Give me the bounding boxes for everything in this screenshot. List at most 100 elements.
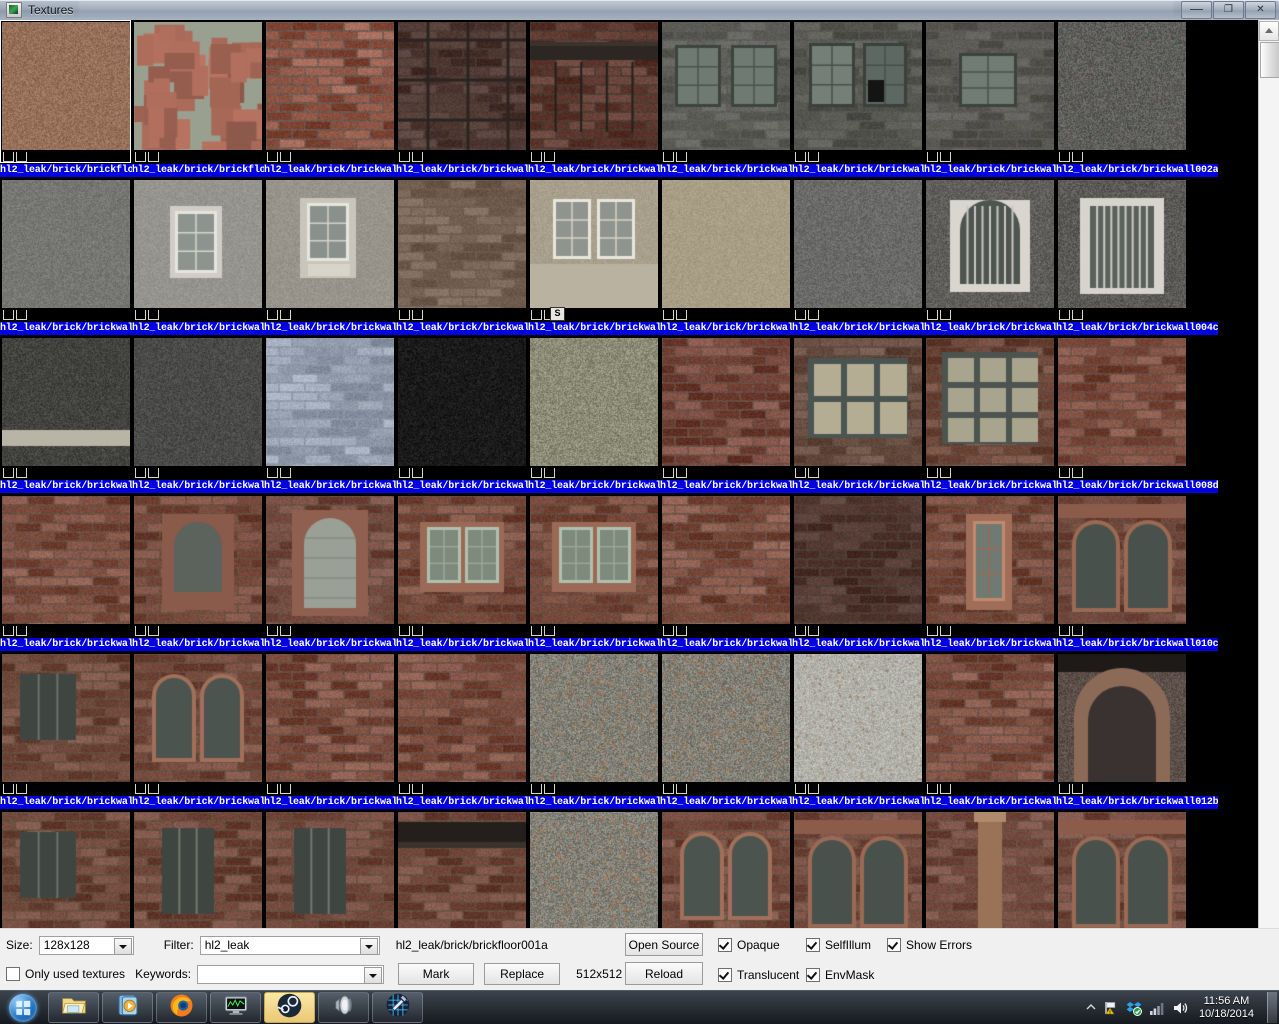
texture-thumbnail[interactable]: [134, 22, 262, 150]
texture-thumbnail[interactable]: [134, 180, 262, 308]
keywords-input[interactable]: [197, 964, 385, 984]
texture-cell[interactable]: [1056, 810, 1188, 928]
close-button[interactable]: ✕: [1245, 1, 1276, 19]
texture-thumbnail[interactable]: [794, 812, 922, 928]
texture-cell[interactable]: [792, 652, 924, 796]
texture-thumbnail[interactable]: [2, 812, 130, 928]
checkbox-box[interactable]: [718, 968, 732, 982]
texture-thumbnail[interactable]: [926, 496, 1054, 624]
texture-cell[interactable]: [924, 178, 1056, 322]
texture-cell[interactable]: [660, 336, 792, 480]
texture-thumbnail[interactable]: [398, 22, 526, 150]
texture-cell[interactable]: [396, 810, 528, 928]
network-signal-icon[interactable]: [1149, 1000, 1165, 1016]
texture-cell[interactable]: [924, 336, 1056, 480]
texture-cell[interactable]: [396, 494, 528, 638]
texture-thumbnail[interactable]: [926, 22, 1054, 150]
texture-cell[interactable]: [264, 810, 396, 928]
texture-cell[interactable]: [132, 178, 264, 322]
texture-thumbnail[interactable]: [266, 496, 394, 624]
open-source-button[interactable]: Open Source: [625, 933, 703, 956]
texture-cell[interactable]: [1056, 336, 1188, 480]
start-button[interactable]: [1, 992, 45, 1023]
texture-cell[interactable]: [792, 810, 924, 928]
texture-cell[interactable]: [0, 20, 132, 164]
texture-thumbnail[interactable]: [1058, 496, 1186, 624]
scroll-up-arrow-icon[interactable]: [1259, 21, 1279, 41]
texture-thumbnail[interactable]: [398, 654, 526, 782]
texture-cell[interactable]: [0, 336, 132, 480]
texture-thumbnail[interactable]: [794, 496, 922, 624]
texture-cell[interactable]: [264, 494, 396, 638]
show-hidden-icons-icon[interactable]: [1086, 1000, 1096, 1016]
texture-cell[interactable]: [0, 810, 132, 928]
taskbar-item-hammer-editor[interactable]: [372, 992, 423, 1023]
texture-cell[interactable]: [924, 810, 1056, 928]
texture-thumbnail[interactable]: [2, 496, 130, 624]
dropbox-icon[interactable]: [1126, 1000, 1142, 1016]
texture-cell[interactable]: [528, 652, 660, 796]
texture-cell[interactable]: [396, 178, 528, 322]
selfillum-checkbox[interactable]: SelfIllum: [806, 938, 871, 952]
texture-thumbnail[interactable]: [398, 180, 526, 308]
texture-thumbnail[interactable]: [134, 496, 262, 624]
texture-cell[interactable]: [132, 20, 264, 164]
texture-cell[interactable]: [660, 494, 792, 638]
texture-thumbnail[interactable]: [662, 812, 790, 928]
texture-thumbnail[interactable]: [266, 654, 394, 782]
texture-thumbnail[interactable]: [266, 22, 394, 150]
texture-cell[interactable]: S: [528, 178, 660, 322]
taskbar-item-monitor-app[interactable]: [210, 992, 261, 1023]
texture-thumbnail[interactable]: [1058, 812, 1186, 928]
replace-button[interactable]: Replace: [484, 963, 561, 985]
texture-cell[interactable]: [1056, 494, 1188, 638]
texture-thumbnail[interactable]: [794, 654, 922, 782]
texture-thumbnail[interactable]: [926, 654, 1054, 782]
texture-cell[interactable]: [396, 336, 528, 480]
mark-button[interactable]: Mark: [398, 963, 475, 985]
chevron-down-icon[interactable]: [113, 937, 132, 955]
texture-cell[interactable]: [1056, 20, 1188, 164]
texture-thumbnail[interactable]: [794, 22, 922, 150]
taskbar-item-media-player[interactable]: [102, 992, 153, 1023]
show-errors-checkbox[interactable]: Show Errors: [887, 938, 972, 952]
texture-cell[interactable]: [132, 494, 264, 638]
taskbar-item-steam[interactable]: [264, 992, 315, 1023]
texture-thumbnail[interactable]: [794, 180, 922, 308]
texture-cell[interactable]: [396, 652, 528, 796]
show-desktop-button[interactable]: [1267, 992, 1277, 1023]
checkbox-box[interactable]: [806, 968, 820, 982]
texture-cell[interactable]: [660, 178, 792, 322]
texture-thumbnail[interactable]: [662, 496, 790, 624]
texture-cell[interactable]: [528, 810, 660, 928]
texture-thumbnail[interactable]: [926, 812, 1054, 928]
texture-thumbnail[interactable]: [2, 22, 130, 150]
texture-cell[interactable]: [528, 20, 660, 164]
texture-cell[interactable]: [132, 336, 264, 480]
texture-cell[interactable]: [792, 20, 924, 164]
texture-thumbnail[interactable]: [2, 180, 130, 308]
texture-cell[interactable]: [0, 494, 132, 638]
texture-cell[interactable]: [924, 20, 1056, 164]
texture-thumbnail[interactable]: [662, 654, 790, 782]
translucent-checkbox[interactable]: Translucent: [718, 968, 799, 982]
chevron-down-icon[interactable]: [359, 937, 378, 955]
texture-cell[interactable]: [132, 810, 264, 928]
checkbox-box[interactable]: [6, 967, 20, 981]
texture-thumbnail[interactable]: [266, 338, 394, 466]
texture-thumbnail[interactable]: [530, 22, 658, 150]
texture-thumbnail[interactable]: [530, 496, 658, 624]
texture-thumbnail[interactable]: [926, 180, 1054, 308]
texture-thumbnail[interactable]: [266, 812, 394, 928]
texture-thumbnail[interactable]: [530, 180, 658, 308]
texture-cell[interactable]: [132, 652, 264, 796]
opaque-checkbox[interactable]: Opaque: [718, 938, 780, 952]
texture-thumbnail[interactable]: [530, 338, 658, 466]
texture-cell[interactable]: [264, 336, 396, 480]
texture-cell[interactable]: [660, 810, 792, 928]
texture-thumbnail[interactable]: [266, 180, 394, 308]
texture-cell[interactable]: [528, 336, 660, 480]
texture-thumbnail[interactable]: [662, 180, 790, 308]
texture-thumbnail[interactable]: [398, 338, 526, 466]
chevron-down-icon[interactable]: [364, 966, 383, 984]
